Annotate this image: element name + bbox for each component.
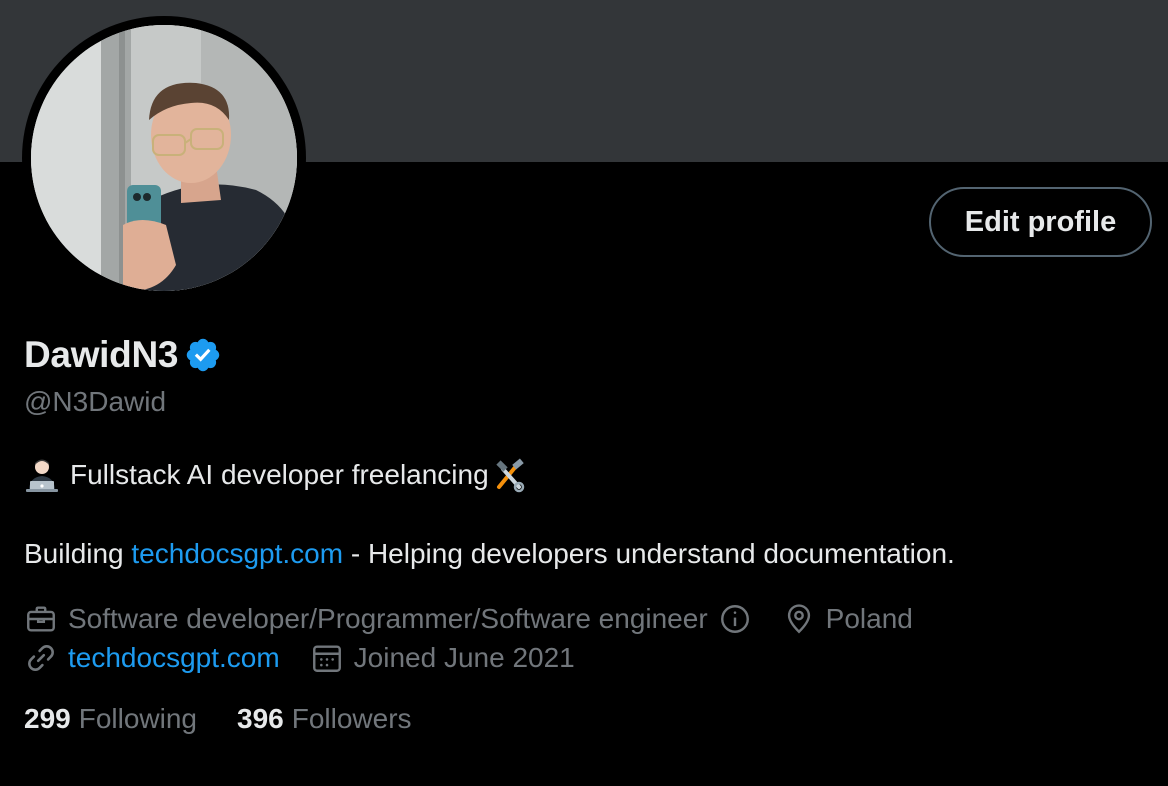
profile-meta-row-2: techdocsgpt.com Joined June 2021 [24,641,575,675]
location-item: Poland [782,602,913,636]
verified-badge-icon[interactable] [184,336,222,374]
edit-profile-button[interactable]: Edit profile [929,187,1152,257]
avatar-photo [31,25,297,291]
hammer-and-wrench-emoji-icon [491,457,527,493]
following-count: 299 [24,703,71,734]
following-label: Following [78,703,197,734]
location-pin-icon [782,602,816,636]
followers-link[interactable]: 396 Followers [237,703,412,735]
followers-label: Followers [291,703,412,734]
bio-website-link[interactable]: techdocsgpt.com [131,538,343,570]
display-name: DawidN3 [24,334,179,375]
briefcase-icon [24,602,58,636]
bio-line-1: Fullstack AI developer freelancing [24,457,527,493]
technologist-emoji-icon [24,457,60,493]
joined-text: Joined June 2021 [353,642,575,673]
bio-line-2: Building techdocsgpt.com - Helping devel… [24,538,955,570]
edit-profile-label: Edit profile [964,205,1117,238]
avatar-ring [22,16,306,300]
link-icon [24,641,58,675]
website-link[interactable]: techdocsgpt.com [68,642,280,674]
user-handle: @N3Dawid [24,386,167,417]
joined-item: Joined June 2021 [310,641,575,675]
follow-stats: 299 Following 396 Followers [24,703,412,735]
calendar-icon [310,641,344,675]
name-row: DawidN3 [24,332,222,378]
following-link[interactable]: 299 Following [24,703,197,735]
website-item: techdocsgpt.com [24,641,280,675]
bio-line-1-text: Fullstack AI developer freelancing [70,459,489,490]
avatar[interactable] [31,25,297,291]
location-text: Poland [825,603,913,634]
profile-meta-row-1: Software developer/Programmer/Software e… [24,602,913,636]
profession-text: Software developer/Programmer/Software e… [68,603,708,634]
bio-line-2-prefix: Building [24,538,132,569]
profile-page: Edit profile DawidN3 @N3Dawid Fullstack … [0,0,1168,786]
bio-line-2-suffix: - Helping developers understand document… [343,538,955,569]
info-circle-icon[interactable] [718,602,752,636]
followers-count: 396 [237,703,284,734]
profession-item: Software developer/Programmer/Software e… [24,602,752,636]
